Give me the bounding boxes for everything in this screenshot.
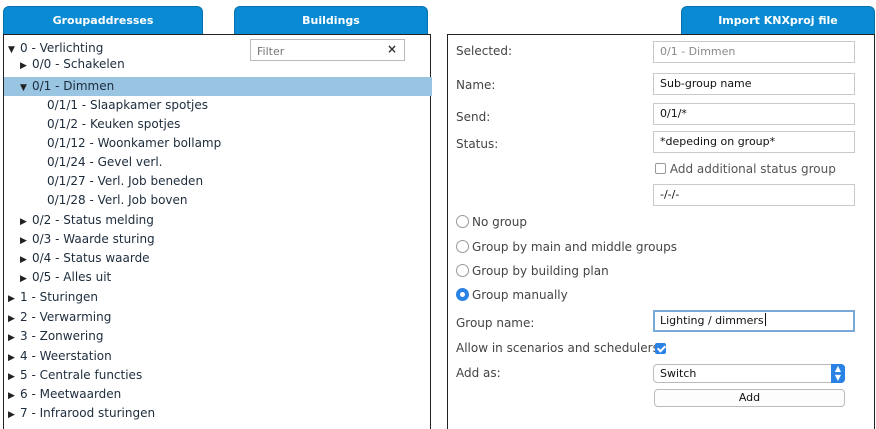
radio-button[interactable] — [456, 215, 469, 228]
filter-input[interactable] — [255, 41, 387, 61]
groupaddress-tree-panel: × ▼0 - Verlichting▶0/0 - Schakelen▼0/1 -… — [3, 34, 432, 429]
collapsed-triangle-icon[interactable]: ▶ — [20, 57, 32, 76]
tree-leaf-item[interactable]: 0/1/27 - Verl. Job beneden — [47, 172, 203, 191]
tree-group-item[interactable]: ▶ 0/0 - Schakelen — [20, 55, 125, 74]
tree-item-label: 5 - Centrale functies — [20, 368, 143, 382]
add-as-select[interactable]: Switch ▲ ▼ — [653, 364, 845, 383]
tree-leaf-item[interactable]: 0/1/1 - Slaapkamer spotjes — [47, 96, 208, 115]
collapsed-triangle-icon[interactable]: ▶ — [8, 406, 20, 425]
tree-group-item[interactable]: ▼ 0/1 - Dimmen — [4, 77, 432, 96]
radio-button[interactable] — [456, 264, 469, 277]
tree-leaf-item[interactable]: 0/1/28 - Verl. Job boven — [47, 191, 188, 210]
additional-status-label: Add additional status group — [669, 162, 836, 176]
send-field[interactable]: 0/1/* — [653, 103, 855, 125]
group-settings-panel: Selected: 0/1 - Dimmen Name: Sub-group n… — [447, 34, 875, 429]
text-caret — [764, 313, 766, 326]
allow-checkbox[interactable] — [655, 343, 666, 354]
tree-group-item[interactable]: ▶ 3 - Zonwering — [8, 327, 103, 346]
radio-group-manually[interactable]: Group manually — [456, 287, 568, 303]
tree-item-label: 1 - Sturingen — [20, 290, 98, 304]
clear-filter-icon[interactable]: × — [387, 42, 397, 56]
tree-item-label: 0/5 - Alles uit — [32, 270, 112, 284]
tree-group-item[interactable]: ▶ 4 - Weerstation — [8, 347, 112, 366]
radio-main-middle-groups[interactable]: Group by main and middle groups — [456, 239, 677, 255]
group-name-value: Lighting / dimmers — [660, 314, 764, 327]
add-as-label: Add as: — [456, 366, 501, 380]
tree-item-label: 0/0 - Schakelen — [32, 57, 125, 71]
radio-label: No group — [472, 215, 527, 229]
filter-box: × — [250, 39, 405, 61]
radio-button-selected[interactable] — [456, 288, 469, 301]
tree-item-label: 0/4 - Status waarde — [32, 251, 150, 265]
tree-group-item[interactable]: ▶ 0/2 - Status melding — [20, 211, 154, 230]
add-button[interactable]: Add — [654, 389, 845, 407]
tree-item-label: 0/3 - Waarde sturing — [32, 232, 155, 246]
tree-item-label: 6 - Meetwaarden — [20, 387, 122, 401]
collapsed-triangle-icon[interactable]: ▶ — [20, 270, 32, 289]
name-label: Name: — [456, 78, 496, 92]
tab-import-knxproj[interactable]: Import KNXproj file — [681, 6, 875, 34]
tree-group-item[interactable]: ▶ 1 - Sturingen — [8, 288, 98, 307]
add-as-value: Switch — [660, 367, 697, 380]
additional-status-field[interactable]: -/-/- — [653, 184, 855, 206]
tree-item-label: 0/1 - Dimmen — [32, 79, 115, 93]
tree-item-label: 3 - Zonwering — [20, 329, 104, 343]
tree-item-label: 0/1/27 - Verl. Job beneden — [47, 174, 204, 188]
expanded-triangle-icon[interactable]: ▼ — [20, 79, 32, 98]
name-field[interactable]: Sub-group name — [653, 73, 855, 95]
tree-leaf-item[interactable]: 0/1/12 - Woonkamer bollamp — [47, 134, 221, 153]
tree-group-item[interactable]: ▶ 0/5 - Alles uit — [20, 268, 111, 287]
tree-group-item[interactable]: ▶ 7 - Infrarood sturingen — [8, 404, 155, 423]
tree-item-label: 7 - Infrarood sturingen — [20, 406, 156, 420]
tree-group-item[interactable]: ▶ 0/4 - Status waarde — [20, 249, 150, 268]
expanded-triangle-icon[interactable]: ▼ — [8, 41, 20, 60]
tree-item-label: 2 - Verwarming — [20, 310, 112, 324]
radio-building-plan[interactable]: Group by building plan — [456, 263, 609, 279]
collapsed-triangle-icon[interactable]: ▶ — [8, 290, 20, 309]
selected-label: Selected: — [456, 44, 513, 58]
tab-buildings[interactable]: Buildings — [234, 6, 428, 34]
tree-item-label: 0/2 - Status melding — [32, 213, 154, 227]
collapsed-triangle-icon[interactable]: ▶ — [8, 329, 20, 348]
additional-status-option[interactable]: Add additional status group — [655, 162, 836, 176]
group-name-label: Group name: — [456, 316, 535, 330]
radio-label: Group manually — [472, 288, 568, 302]
tree-item-label: 0/1/12 - Woonkamer bollamp — [47, 136, 222, 150]
selected-field: 0/1 - Dimmen — [653, 41, 855, 63]
radio-label: Group by main and middle groups — [472, 240, 677, 254]
tree-item-label: 0/1/2 - Keuken spotjes — [47, 117, 181, 131]
radio-label: Group by building plan — [472, 264, 609, 278]
tree-leaf-item[interactable]: 0/1/24 - Gevel verl. — [47, 153, 162, 172]
send-label: Send: — [456, 110, 491, 124]
tree-item-label: 0 - Verlichting — [20, 41, 104, 55]
radio-no-group[interactable]: No group — [456, 214, 527, 230]
tree-group-item[interactable]: ▶ 2 - Verwarming — [8, 308, 111, 327]
status-field[interactable]: *depeding on group* — [653, 131, 855, 153]
tree-item-label: 0/1/24 - Gevel verl. — [47, 155, 163, 169]
tree-group-item[interactable]: ▶ 0/3 - Waarde sturing — [20, 230, 155, 249]
tree-item-label: 4 - Weerstation — [20, 349, 112, 363]
tree-group-item[interactable]: ▶ 5 - Centrale functies — [8, 366, 142, 385]
status-label: Status: — [456, 137, 499, 151]
select-arrows-icon: ▲ ▼ — [831, 364, 845, 383]
tree-item-label: 0/1/1 - Slaapkamer spotjes — [47, 98, 209, 112]
radio-button[interactable] — [456, 240, 469, 253]
tree-item-label: 0/1/28 - Verl. Job boven — [47, 193, 188, 207]
group-name-field[interactable]: Lighting / dimmers — [653, 310, 855, 332]
additional-status-checkbox[interactable] — [655, 163, 666, 174]
tree-leaf-item[interactable]: 0/1/2 - Keuken spotjes — [47, 115, 180, 134]
tree-group-item[interactable]: ▶ 6 - Meetwaarden — [8, 385, 121, 404]
allow-label: Allow in scenarios and schedulers: — [456, 341, 663, 355]
tab-groupaddresses[interactable]: Groupaddresses — [3, 6, 203, 34]
